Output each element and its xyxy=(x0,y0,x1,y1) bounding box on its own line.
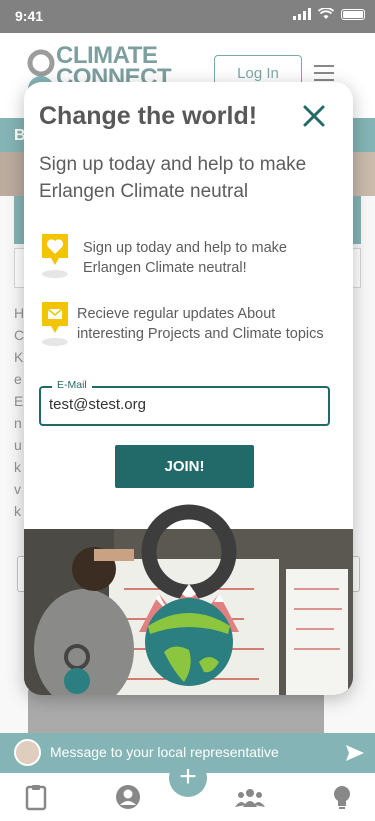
close-icon[interactable] xyxy=(302,104,326,128)
feature-item: Sign up today and help to make Erlangen … xyxy=(39,232,339,284)
modal-title: Change the world! xyxy=(39,102,258,130)
email-label: E-Mail xyxy=(52,379,92,391)
feature-text: Recieve regular updates About interestin… xyxy=(77,306,324,342)
email-field[interactable]: E-Mail xyxy=(39,379,330,426)
climate-connect-logo-icon xyxy=(139,504,239,686)
modal-subtitle: Sign up today and help to make Erlangen … xyxy=(39,154,307,202)
feature-item: Recieve regular updates About interestin… xyxy=(39,300,339,362)
heart-icon xyxy=(42,234,68,278)
email-input[interactable] xyxy=(49,396,319,413)
join-button[interactable]: JOIN! xyxy=(115,445,254,488)
envelope-icon xyxy=(42,302,68,346)
feature-text: Sign up today and help to make Erlangen … xyxy=(83,240,287,276)
signup-modal: Change the world! Sign up today and help… xyxy=(24,82,353,695)
